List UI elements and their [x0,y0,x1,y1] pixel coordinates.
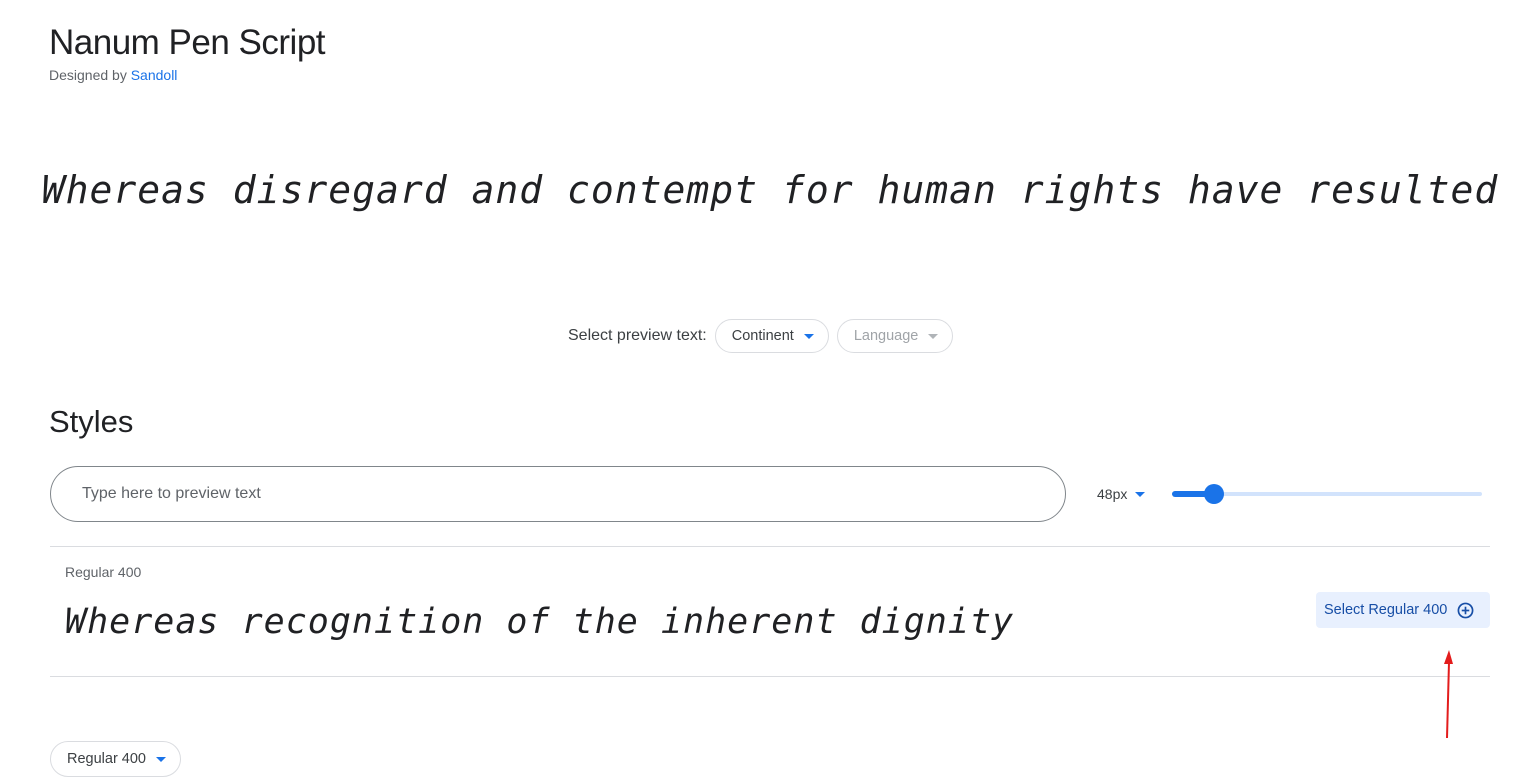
continent-dropdown-label: Continent [731,328,794,344]
caret-down-icon [803,333,814,339]
font-title: Nanum Pen Script [49,23,326,62]
designed-by-label: Designed by [49,67,127,83]
slider-thumb[interactable] [1204,484,1224,504]
font-size-label: 48px [1097,486,1128,502]
language-dropdown-label: Language [853,328,919,344]
designer-link[interactable]: Sandoll [131,67,178,83]
continent-dropdown[interactable]: Continent [714,319,829,353]
add-circle-icon [1457,602,1474,618]
annotation-arrow-icon [1444,650,1453,739]
divider [50,676,1490,677]
style-variant-dropdown[interactable]: Regular 400 [50,741,181,777]
preview-text-label: Select preview text: [568,327,707,344]
font-size-dropdown[interactable]: 48px [1097,484,1146,504]
select-regular-400-button[interactable]: Select Regular 400 [1316,592,1490,628]
language-dropdown[interactable]: Language [836,319,954,353]
hero-preview-text: Whereas disregard and contempt for human… [41,168,1499,212]
divider [50,546,1490,547]
styles-section-title: Styles [49,404,134,439]
caret-down-icon [928,333,939,339]
font-size-slider[interactable] [1172,484,1482,504]
caret-down-icon [1135,491,1146,497]
caret-down-icon [156,756,166,762]
style-row-label: Regular 400 [65,564,142,580]
select-button-label: Select Regular 400 [1324,602,1448,618]
style-variant-label: Regular 400 [67,751,146,767]
style-row-preview: Whereas recognition of the inherent dign… [65,602,1015,642]
preview-text-selector: Select preview text: Continent Language [568,318,954,354]
preview-text-input[interactable] [50,466,1066,522]
designer-line: Designed by Sandoll [49,67,177,83]
